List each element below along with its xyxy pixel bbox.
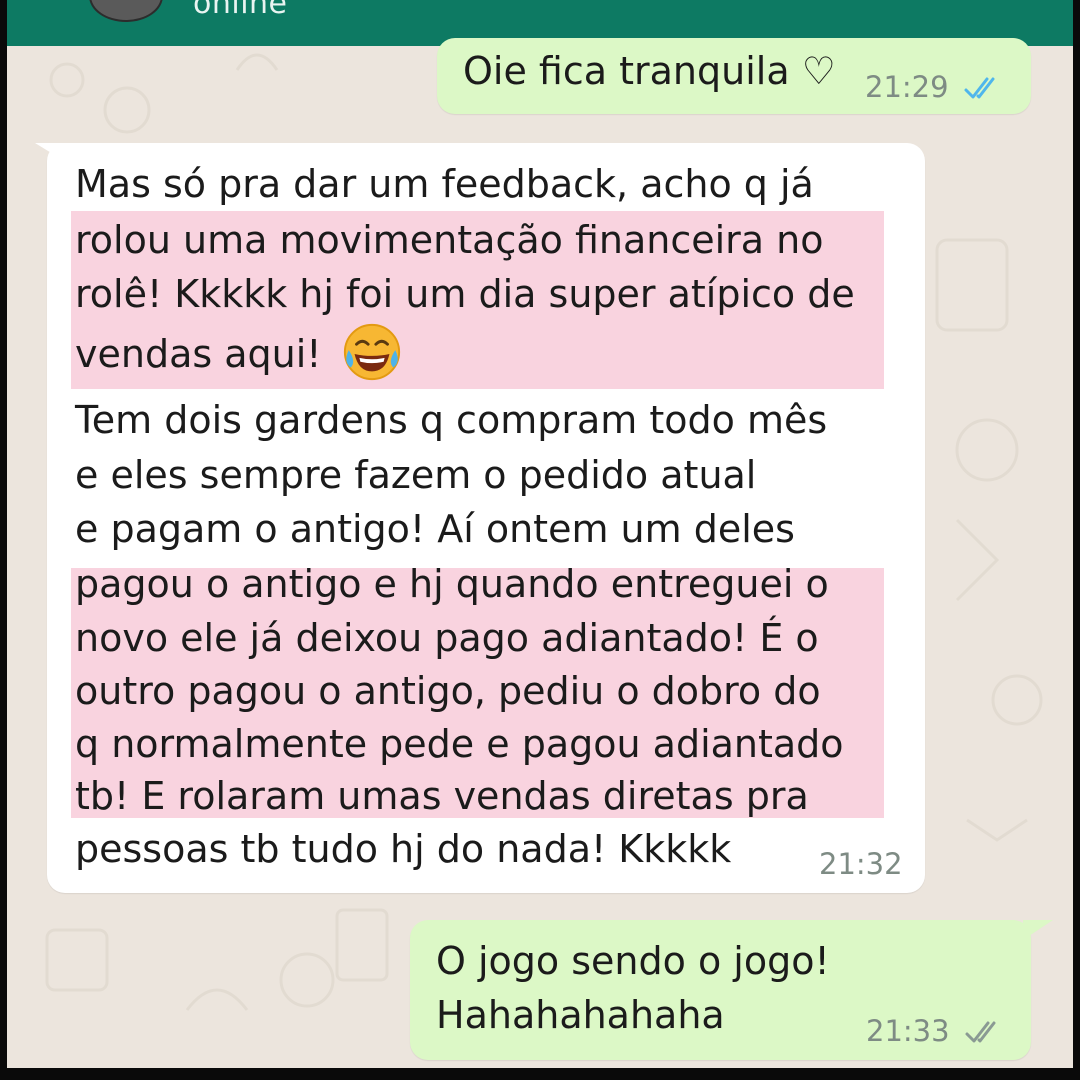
message-line: tb! E rolaram umas vendas diretas pra xyxy=(75,774,809,818)
message-time: 21:32 xyxy=(819,847,903,881)
outgoing-message[interactable]: O jogo sendo o jogo! Hahahahahaha 21:33 xyxy=(410,920,1031,1060)
tears-of-joy-emoji-icon xyxy=(343,323,401,381)
message-line: outro pagou o antigo, pediu o dobro do xyxy=(75,669,821,713)
message-line: pessoas tb tudo hj do nada! Kkkkk xyxy=(75,827,732,871)
message-line: Mas só pra dar um feedback, acho q já xyxy=(75,162,814,206)
chat-screen: online Oie fica tranquila ♡ 21:29 Mas só… xyxy=(7,0,1073,1068)
contact-status: online xyxy=(193,0,288,21)
message-line: O jogo sendo o jogo! xyxy=(436,939,830,983)
message-line: Hahahahahaha xyxy=(436,993,725,1037)
outgoing-message[interactable]: Oie fica tranquila ♡ 21:29 xyxy=(437,38,1031,114)
read-ticks-icon xyxy=(964,77,995,99)
message-line: e eles sempre fazem o pedido atual xyxy=(75,453,757,497)
message-time: 21:33 xyxy=(866,1014,950,1048)
message-line: vendas aqui! xyxy=(75,332,322,376)
bubble-tail xyxy=(1023,920,1053,940)
delivered-ticks-icon xyxy=(965,1021,996,1043)
message-line: Tem dois gardens q compram todo mês xyxy=(75,398,828,442)
message-time: 21:29 xyxy=(865,70,949,104)
message-line: e pagam o antigo! Aí ontem um deles xyxy=(75,507,795,551)
message-line: novo ele já deixou pago adiantado! É o xyxy=(75,616,819,660)
message-line: pagou o antigo e hj quando entreguei o xyxy=(75,562,829,606)
incoming-message[interactable]: Mas só pra dar um feedback, acho q já ro… xyxy=(47,143,925,893)
contact-avatar[interactable] xyxy=(89,0,163,22)
message-text: Oie fica tranquila ♡ xyxy=(463,49,836,93)
message-line: rolê! Kkkkk hj foi um dia super atípico … xyxy=(75,272,855,316)
message-line: rolou uma movimentação financeira no xyxy=(75,218,824,262)
message-line: q normalmente pede e pagou adiantado xyxy=(75,722,844,766)
